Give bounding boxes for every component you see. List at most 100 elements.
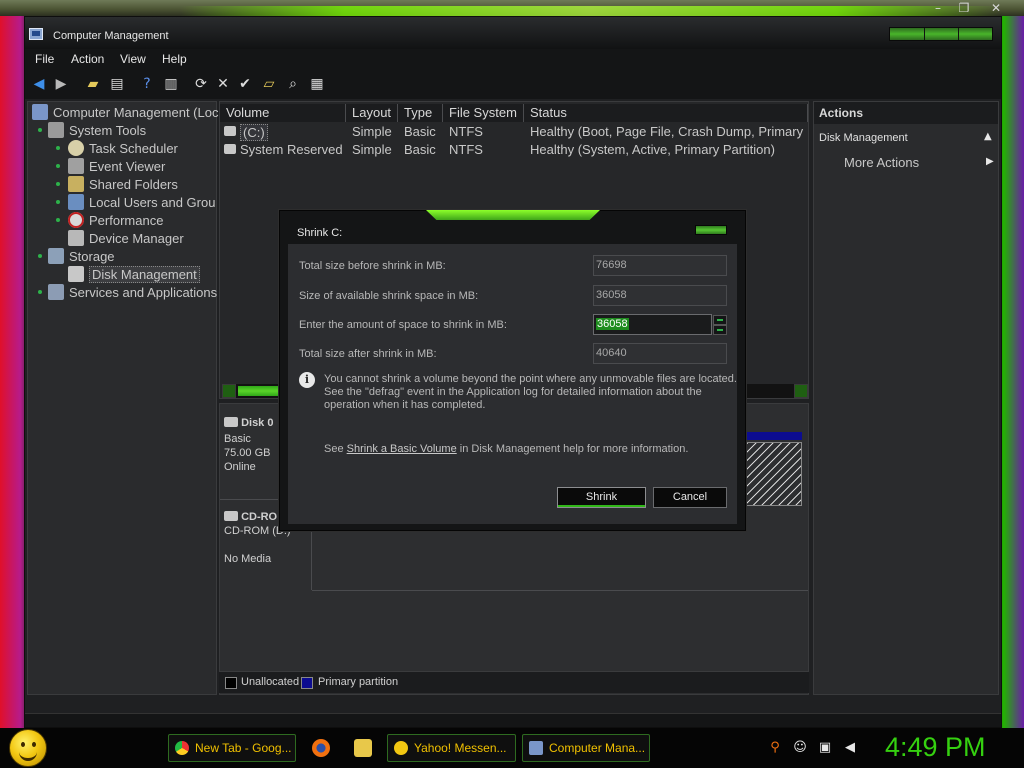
device-manager-icon (68, 230, 84, 246)
cdrom-icon (224, 511, 238, 521)
tree-item-services-applications[interactable]: Services and Applications (48, 284, 217, 302)
folder-icon[interactable] (354, 739, 372, 757)
volume-status: Healthy (Boot, Page File, Crash Dump, Pr… (530, 124, 804, 139)
tree-item-disk-management[interactable]: Disk Management (68, 266, 200, 284)
tree-item-performance[interactable]: Performance (68, 212, 163, 230)
menu-action[interactable]: Action (71, 52, 104, 66)
expand-dot[interactable] (38, 128, 42, 132)
column-file-system[interactable]: File System (443, 104, 524, 122)
network-icon[interactable]: ▣ (817, 740, 833, 756)
disk-icon (68, 266, 84, 282)
back-icon[interactable]: ◀ (31, 76, 47, 92)
desktop-glow (180, 6, 1000, 16)
legend-unallocated: Unallocated (241, 676, 300, 688)
column-type[interactable]: Type (398, 104, 443, 122)
expand-dot[interactable] (56, 164, 60, 168)
partition-hatched-block[interactable] (746, 442, 802, 506)
scroll-thumb[interactable] (238, 386, 282, 396)
submenu-arrow-icon[interactable]: ▶ (986, 156, 994, 167)
volume-file-system: NTFS (449, 124, 483, 139)
shrink-basic-volume-link[interactable]: Shrink a Basic Volume (347, 443, 457, 455)
actions-header: Actions (814, 102, 998, 124)
folder-up-icon[interactable]: ▰ (85, 76, 101, 92)
available-shrink-label: Size of available shrink space in MB: (299, 290, 479, 302)
volume-layout: Simple (352, 124, 392, 139)
scroll-right-button[interactable] (794, 384, 808, 398)
messenger-tray-icon[interactable]: ☺ (792, 740, 808, 756)
computer-management-icon (29, 28, 43, 40)
volume-icon (224, 126, 236, 136)
forward-icon[interactable]: ▶ (53, 76, 69, 92)
note-line-2: See the "defrag" event in the Applicatio… (324, 386, 702, 398)
shrink-amount-value: 36058 (596, 318, 629, 330)
spin-down-button[interactable] (713, 325, 727, 335)
volume-layout: Simple (352, 142, 392, 157)
cancel-button[interactable]: Cancel (653, 487, 727, 508)
tree-item-storage[interactable]: Storage (48, 248, 115, 266)
help-icon[interactable]: ? (139, 76, 155, 92)
menu-file[interactable]: File (35, 52, 54, 66)
close-icon[interactable]: ✕ (986, 1, 1006, 15)
column-volume[interactable]: Volume (220, 104, 346, 122)
dialog-close-button[interactable] (695, 225, 727, 235)
actions-section-disk-management[interactable]: Disk Management (819, 132, 908, 144)
check-icon[interactable]: ✔ (237, 76, 253, 92)
volume-icon[interactable]: ◀ (842, 740, 858, 756)
expand-dot[interactable] (56, 146, 60, 150)
tree-item-device-manager[interactable]: Device Manager (68, 230, 184, 248)
scroll-left-button[interactable] (222, 384, 236, 398)
column-layout[interactable]: Layout (346, 104, 398, 122)
expand-dot[interactable] (38, 254, 42, 258)
window-controls[interactable] (889, 27, 993, 41)
menu-help[interactable]: Help (162, 52, 187, 66)
tree-item-shared-folders[interactable]: Shared Folders (68, 176, 178, 194)
storage-icon (48, 248, 64, 264)
shrink-amount-input[interactable]: 36058 (593, 314, 712, 335)
minimize-icon[interactable]: – (928, 1, 948, 15)
help-text: See Shrink a Basic Volume in Disk Manage… (324, 443, 689, 455)
divider (312, 590, 808, 591)
search-icon[interactable]: ⌕ (285, 76, 301, 92)
refresh-icon[interactable]: ⟳ (193, 76, 209, 92)
taskbar-item-yahoo[interactable]: Yahoo! Messen... (387, 734, 516, 762)
shared-folder-icon (68, 176, 84, 192)
total-size-after-label: Total size after shrink in MB: (299, 348, 437, 360)
tools-icon (48, 122, 64, 138)
total-size-before-field: 76698 (593, 255, 727, 276)
search-icon[interactable]: ⚲ (767, 740, 783, 756)
open-folder-icon[interactable]: ▱ (261, 76, 277, 92)
tree-item-system-tools[interactable]: System Tools (48, 122, 146, 140)
expand-dot[interactable] (56, 200, 60, 204)
actions-pane: Actions Disk Management ▲ More Actions ▶ (813, 101, 999, 695)
tree-root[interactable]: Computer Management (Loc (32, 104, 218, 122)
disk-icon (224, 417, 238, 427)
expand-dot[interactable] (56, 218, 60, 222)
shrink-button[interactable]: Shrink (557, 487, 646, 508)
firefox-icon[interactable] (312, 739, 330, 757)
menu-view[interactable]: View (120, 52, 146, 66)
show-hide-console-tree-icon[interactable]: ▤ (109, 76, 125, 92)
dialog-title: Shrink C: (297, 227, 343, 239)
tree-item-local-users[interactable]: Local Users and Grou (68, 194, 215, 212)
partition-legend: Unallocated Primary partition (219, 671, 809, 693)
more-actions-item[interactable]: More Actions (844, 155, 919, 170)
show-hide-action-pane-icon[interactable]: ▥ (163, 76, 179, 92)
properties-icon[interactable]: ▦ (309, 76, 325, 92)
taskbar-item-computer-management[interactable]: Computer Mana... (522, 734, 650, 762)
tree-item-event-viewer[interactable]: Event Viewer (68, 158, 165, 176)
start-button[interactable] (9, 729, 47, 767)
volume-status: Healthy (System, Active, Primary Partiti… (530, 142, 775, 157)
taskbar-item-chrome[interactable]: New Tab - Goog... (168, 734, 296, 762)
tree-item-task-scheduler[interactable]: Task Scheduler (68, 140, 178, 158)
expand-dot[interactable] (56, 182, 60, 186)
collapse-icon[interactable]: ▲ (984, 131, 992, 142)
computer-icon (32, 104, 48, 120)
spin-up-button[interactable] (713, 315, 727, 325)
expand-dot[interactable] (38, 290, 42, 294)
clock[interactable]: 4:49 PM (885, 732, 986, 763)
delete-icon[interactable]: ✕ (215, 76, 231, 92)
column-status[interactable]: Status (524, 104, 808, 122)
restore-icon[interactable]: ❐ (954, 1, 974, 15)
disk-0-name: Disk 0 (241, 417, 274, 429)
title-bar[interactable]: Computer Management (25, 17, 1001, 49)
